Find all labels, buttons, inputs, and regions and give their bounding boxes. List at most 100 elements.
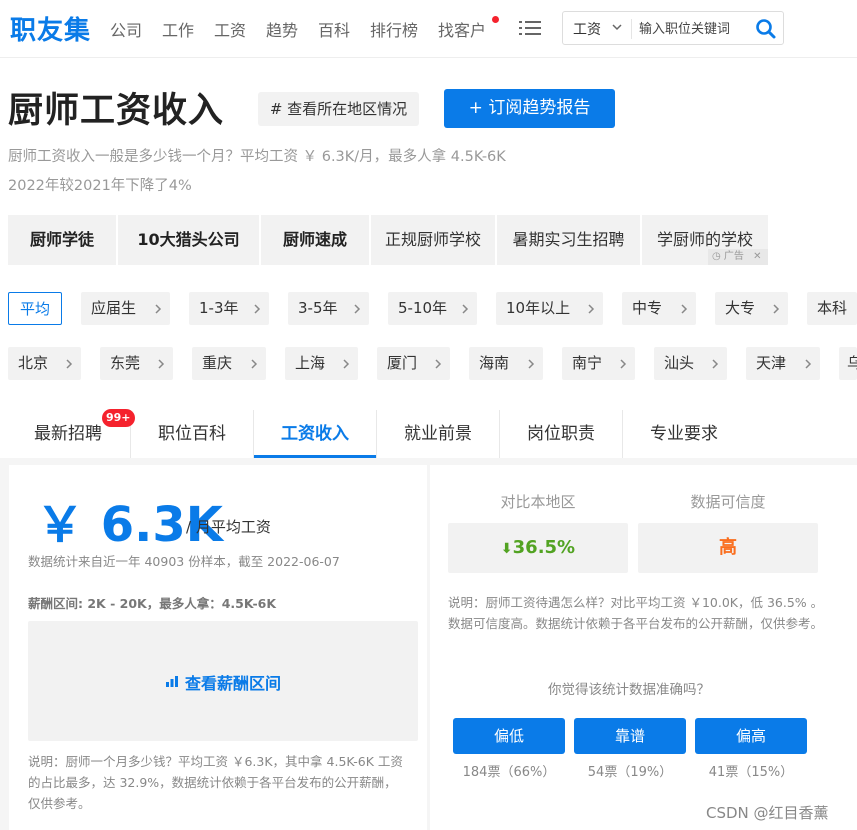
chevron-right-icon — [462, 304, 469, 314]
search-input[interactable] — [639, 16, 751, 42]
chevron-right-icon — [251, 359, 258, 369]
filter-education[interactable]: 中专 — [622, 292, 696, 325]
filter-city[interactable]: 厦门 — [377, 347, 450, 380]
trend-text: 2022年较2021年下降了4% — [8, 178, 192, 194]
watermark: CSDN @红目香薰 — [706, 804, 829, 822]
nav-item-wiki[interactable]: 百科 — [318, 17, 350, 41]
nav-item-salary[interactable]: 工资 — [214, 17, 246, 41]
filter-education[interactable]: 大专 — [715, 292, 788, 325]
chevron-right-icon — [681, 304, 688, 314]
nav-item-jobs[interactable]: 工作 — [162, 17, 194, 41]
local-compare-percent: 36.5% — [512, 537, 576, 558]
arrow-down-icon: ⬇ — [500, 541, 513, 557]
filter-label: 上海 — [295, 354, 326, 372]
site-logo[interactable]: 职友集 — [10, 10, 91, 47]
nav-item-find-clients[interactable]: 找客户 — [438, 17, 486, 41]
vote-accurate-count: 54票（19%） — [587, 765, 673, 780]
search-divider — [631, 19, 632, 39]
filter-label: 大专 — [725, 299, 756, 317]
search-category-select[interactable]: 工资 — [573, 19, 601, 39]
summary-text: 厨师工资收入一般是多少钱一个月？平均工资 ￥ 6.3K/月，最多人拿 4.5K-… — [8, 149, 506, 165]
keyword-chip[interactable]: 暑期实习生招聘 — [497, 215, 640, 265]
chevron-right-icon — [588, 304, 595, 314]
accuracy-question: 你觉得该统计数据准确吗？ — [548, 682, 710, 698]
chevron-down-icon[interactable] — [611, 20, 623, 34]
filter-label: 南宁 — [572, 354, 603, 372]
filter-label: 应届生 — [91, 299, 137, 317]
filter-city[interactable]: 天津 — [746, 347, 820, 380]
ad-text: 广告 — [723, 251, 744, 262]
salary-explanation: 说明：厨师一个月多少钱？平均工资 ￥6.3K，其中拿 4.5K-6K 工资的占比… — [28, 754, 403, 811]
view-salary-range-button[interactable]: 查看薪酬区间 — [185, 670, 281, 694]
filter-label: 10年以上 — [506, 299, 571, 317]
tab-job-duties[interactable]: 岗位职责 — [500, 410, 622, 458]
sample-note: 数据统计来自近一年 40903 份样本，截至 2022-06-07 — [28, 554, 340, 569]
chevron-right-icon — [354, 304, 361, 314]
vote-high-count: 41票（15%） — [708, 765, 794, 780]
tab-employment-prospects[interactable]: 就业前景 — [377, 410, 499, 458]
keyword-chip[interactable]: 10大猎头公司 — [118, 215, 259, 265]
filter-label: 中专 — [632, 299, 663, 317]
filter-city[interactable]: 南宁 — [562, 347, 635, 380]
chevron-right-icon — [254, 304, 261, 314]
filter-experience[interactable]: 5-10年 — [388, 292, 477, 325]
local-compare-label: 对比本地区 — [500, 493, 576, 511]
filter-experience[interactable]: 应届生 — [81, 292, 170, 325]
filter-label: 3-5年 — [298, 299, 338, 317]
filter-city[interactable]: 北京 — [8, 347, 81, 380]
filter-label: 乌 — [847, 354, 857, 372]
ad-icon: ◷ — [712, 251, 721, 262]
filter-average[interactable]: 平均 — [8, 292, 62, 325]
filter-label: 汕头 — [664, 354, 695, 372]
chevron-right-icon — [155, 304, 162, 314]
filter-experience[interactable]: 10年以上 — [496, 292, 603, 325]
new-jobs-badge: 99+ — [102, 409, 135, 427]
vote-accurate-button[interactable]: 靠谱 — [574, 718, 686, 754]
keyword-chip[interactable]: 厨师速成 — [261, 215, 369, 265]
filter-education[interactable]: 本科 — [807, 292, 857, 325]
filter-city[interactable]: 乌 — [839, 347, 857, 380]
nav-item-rankings[interactable]: 排行榜 — [370, 17, 418, 41]
keyword-chip[interactable]: 正规厨师学校 — [371, 215, 495, 265]
chevron-right-icon — [343, 359, 350, 369]
filter-city[interactable]: 东莞 — [100, 347, 173, 380]
subscribe-report-button[interactable]: + 订阅趋势报告 — [444, 89, 615, 128]
filter-experience[interactable]: 1-3年 — [189, 292, 269, 325]
nav-item-company[interactable]: 公司 — [110, 17, 142, 41]
keyword-chip[interactable]: 厨师学徒 — [8, 215, 116, 265]
view-region-button[interactable]: # 查看所在地区情况 — [258, 92, 419, 126]
chevron-right-icon — [66, 359, 73, 369]
filter-label: 北京 — [18, 354, 49, 372]
vote-low-button[interactable]: 偏低 — [453, 718, 565, 754]
filter-label: 海南 — [479, 354, 510, 372]
chevron-right-icon — [712, 359, 719, 369]
filter-label: 东莞 — [110, 354, 141, 372]
tab-job-wiki[interactable]: 职位百科 — [131, 410, 253, 458]
top-nav: 职友集 公司 工作 工资 趋势 百科 排行榜 找客户 工资 — [0, 0, 857, 58]
average-salary-unit: / 月平均工资 — [186, 518, 271, 536]
notification-dot — [492, 16, 499, 23]
filter-label: 1-3年 — [199, 299, 239, 317]
page-title: 厨师工资收入 — [8, 91, 225, 131]
nav-item-trends[interactable]: 趋势 — [266, 17, 298, 41]
filter-label: 本科 — [817, 299, 848, 317]
chevron-right-icon — [528, 359, 535, 369]
filter-city[interactable]: 汕头 — [654, 347, 727, 380]
ad-close-icon[interactable]: ✕ — [753, 251, 761, 262]
bar-chart-icon — [166, 676, 178, 687]
credibility-value: 高 — [638, 523, 818, 573]
filter-experience[interactable]: 3-5年 — [288, 292, 369, 325]
filter-city[interactable]: 重庆 — [192, 347, 266, 380]
filter-city[interactable]: 上海 — [285, 347, 358, 380]
chevron-right-icon — [620, 359, 627, 369]
vote-low-count: 184票（66%） — [462, 765, 556, 780]
vote-high-button[interactable]: 偏高 — [695, 718, 807, 754]
search-icon[interactable] — [755, 18, 777, 40]
local-compare-value: ⬇36.5% — [448, 523, 628, 573]
compare-explanation: 说明：厨师工资待遇怎么样？对比平均工资 ￥10.0K，低 36.5% 。数据可信… — [448, 595, 824, 631]
menu-icon[interactable] — [519, 19, 541, 37]
tab-requirements[interactable]: 专业要求 — [623, 410, 745, 458]
tab-salary-income[interactable]: 工资收入 — [254, 410, 376, 458]
chevron-right-icon — [805, 359, 812, 369]
filter-city[interactable]: 海南 — [469, 347, 543, 380]
